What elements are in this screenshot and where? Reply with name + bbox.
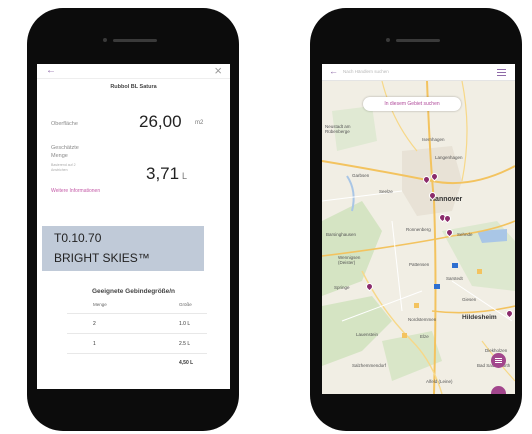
dealer-search-input[interactable]: Nach Händlern suchen — [343, 69, 389, 74]
stage: ← × Rubbol BL Satura Oberfläche 26,00 m2… — [0, 0, 532, 434]
map-label: Elze — [420, 334, 429, 339]
phone-right: Neustadt am Rübenberge Isernhagen Langen… — [310, 8, 522, 431]
surface-value: 26,00 — [139, 112, 182, 131]
map-label: Ronnenberg — [406, 227, 431, 232]
quantity-unit: L — [182, 171, 188, 181]
quantity-note-2: Anstrichen — [51, 168, 68, 172]
menu-fab[interactable] — [491, 353, 506, 368]
map-label: Barsinghausen — [326, 232, 357, 237]
quantity-note-1: Basierend auf 2 — [51, 163, 76, 167]
map-label: Isernhagen — [422, 137, 445, 142]
secondary-fab[interactable] — [491, 386, 506, 394]
topbar: ← × — [37, 64, 230, 79]
map-label: Garbsen — [352, 173, 370, 178]
column-size: Größe — [179, 302, 192, 307]
speaker — [113, 39, 157, 42]
quantity-value: 3,71 — [146, 164, 180, 183]
camera — [103, 38, 107, 42]
more-info-link[interactable]: Weitere Informationen — [51, 188, 100, 194]
map-label: Lauenstein — [356, 332, 379, 337]
divider — [67, 353, 207, 354]
total-value: 4,50 L — [179, 360, 194, 366]
close-icon[interactable]: × — [214, 64, 222, 78]
color-name: BRIGHT SKIES™ — [54, 251, 150, 265]
camera — [386, 38, 390, 42]
filter-icon[interactable] — [497, 69, 506, 76]
map-label: Alfeld (Leine) — [426, 379, 453, 384]
map-label: Neustadt am Rübenberge — [325, 124, 351, 134]
map-label: Sarstedt — [446, 276, 463, 281]
color-swatch: T0.10.70 BRIGHT SKIES™ — [42, 226, 204, 271]
map-label: Nordstemmen — [408, 317, 437, 322]
back-arrow-icon[interactable]: ← — [329, 66, 338, 76]
map-label: Salzhemmendorf — [352, 363, 387, 368]
row-size: 1.0 L — [179, 321, 191, 327]
search-this-area-button[interactable]: In diesem Gebiet suchen — [363, 97, 461, 111]
speaker — [396, 39, 440, 42]
map-label: Seelze — [379, 189, 393, 194]
quantity-label-2: Menge — [51, 153, 68, 159]
phone-left: ← × Rubbol BL Satura Oberfläche 26,00 m2… — [27, 8, 239, 431]
calculator-screen: ← × Rubbol BL Satura Oberfläche 26,00 m2… — [37, 64, 230, 389]
map-screen: Neustadt am Rübenberge Isernhagen Langen… — [322, 64, 515, 394]
product-name: Rubbol BL Satura — [110, 84, 157, 90]
map-label: Pattensen — [409, 262, 430, 267]
color-code: T0.10.70 — [54, 231, 102, 245]
search-bar: ← Nach Händlern suchen — [322, 64, 515, 81]
column-quantity: Menge — [93, 302, 107, 307]
surface-label: Oberfläche — [51, 121, 78, 127]
row-size: 2.5 L — [179, 341, 191, 347]
back-arrow-icon[interactable]: ← — [46, 65, 56, 76]
divider — [67, 333, 207, 334]
map-label: Sehnde — [457, 232, 473, 237]
map-label: Springe — [334, 285, 350, 290]
map-label: Giesen — [462, 297, 477, 302]
row-quantity: 1 — [93, 341, 96, 347]
map-label: Wennigsen (Deister) — [338, 255, 361, 265]
surface-unit: m2 — [195, 120, 204, 126]
divider — [67, 313, 207, 314]
row-quantity: 2 — [93, 321, 96, 327]
quantity-label-1: Geschätzte — [51, 145, 79, 151]
table-title: Geeignete Gebindegröße/n — [91, 288, 176, 295]
map-label-hildesheim: Hildesheim — [462, 314, 497, 321]
map-label: Langenhagen — [435, 155, 463, 160]
